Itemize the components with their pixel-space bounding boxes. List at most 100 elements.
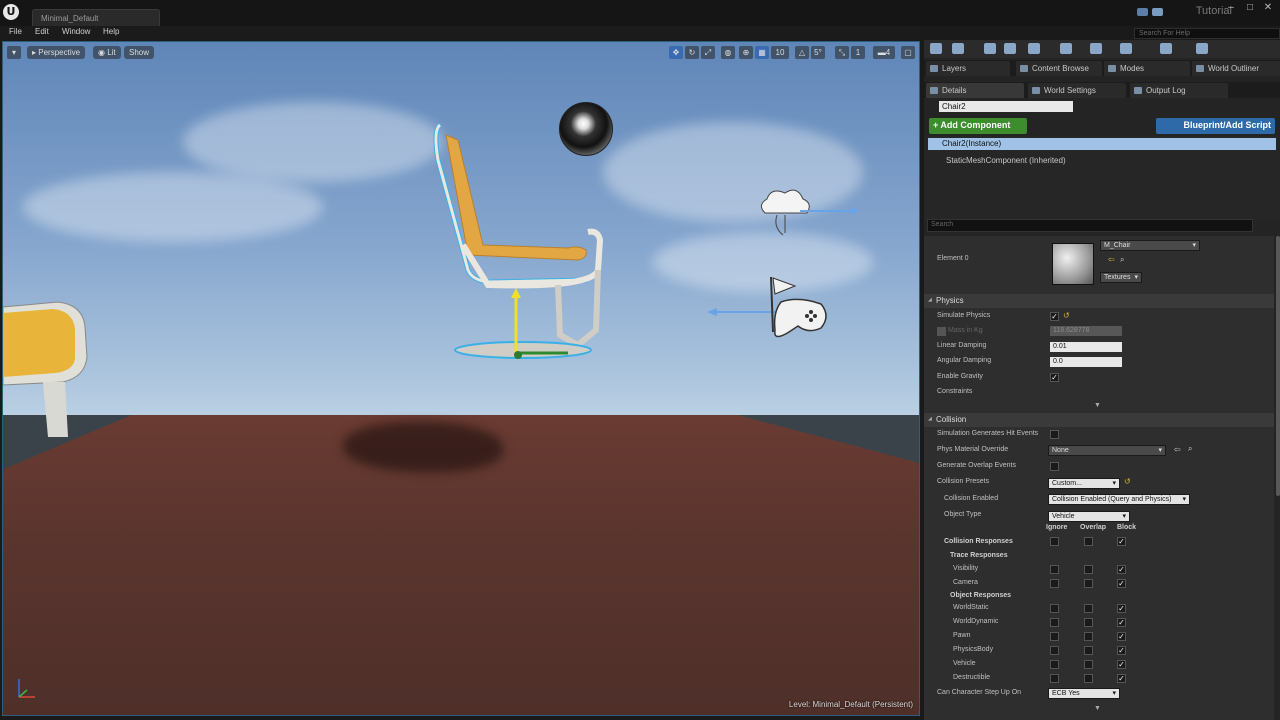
advanced-expand-icon[interactable]: ▼ xyxy=(1094,402,1101,409)
pawn-overlap-checkbox[interactable] xyxy=(1084,632,1093,641)
camera-block-checkbox[interactable]: ✓ xyxy=(1117,579,1126,588)
physics-body-overlap-checkbox[interactable] xyxy=(1084,646,1093,655)
source-control-icon[interactable] xyxy=(952,43,964,54)
menu-help[interactable]: Help xyxy=(103,27,119,36)
textures-dropdown[interactable]: Textures xyxy=(1100,272,1142,283)
world-static-ignore-checkbox[interactable] xyxy=(1050,604,1059,613)
details-search-input[interactable]: Search xyxy=(927,219,1253,232)
maximize-viewport-icon[interactable]: ▢ xyxy=(901,46,915,59)
material-dropdown[interactable]: M_Chair xyxy=(1100,240,1200,251)
rotate-icon[interactable]: ↻ xyxy=(685,46,699,59)
sim-hit-events-checkbox[interactable] xyxy=(1050,430,1059,439)
find-phys-material-icon[interactable]: ⌕ xyxy=(1188,444,1192,454)
responses-block-all-checkbox[interactable]: ✓ xyxy=(1117,537,1126,546)
tab-modes[interactable]: Modes xyxy=(1104,61,1190,76)
camera-speed-icon[interactable]: ▬4 xyxy=(873,46,895,59)
responses-ignore-all-checkbox[interactable] xyxy=(1050,537,1059,546)
world-dynamic-overlap-checkbox[interactable] xyxy=(1084,618,1093,627)
tab-world-settings[interactable]: World Settings xyxy=(1028,83,1126,98)
chair-left-mesh[interactable] xyxy=(3,297,93,447)
collision-advanced-expand-icon[interactable]: ▼ xyxy=(1094,705,1101,712)
reflection-capture-sphere[interactable] xyxy=(559,102,613,156)
component-item-instance[interactable]: Chair2(Instance) xyxy=(928,138,1276,150)
destructible-block-checkbox[interactable]: ✓ xyxy=(1117,674,1126,683)
level-viewport[interactable]: ▾ ▸ Perspective ◉ Lit Show ✥ ↻ ⤢ ◍ ⊕ ▦ 1… xyxy=(2,41,920,716)
reset-simulate-icon[interactable]: ↺ xyxy=(1063,311,1070,320)
content-icon[interactable] xyxy=(984,43,996,54)
responses-overlap-all-checkbox[interactable] xyxy=(1084,537,1093,546)
world-static-block-checkbox[interactable]: ✓ xyxy=(1117,604,1126,613)
notification-icon[interactable] xyxy=(1137,8,1148,16)
launch-icon[interactable] xyxy=(1196,43,1208,54)
collision-enabled-dropdown[interactable]: Collision Enabled (Query and Physics) xyxy=(1048,494,1190,505)
angular-damping-field[interactable]: 0.0 xyxy=(1050,357,1122,367)
tab-layers[interactable]: Layers xyxy=(926,61,1010,76)
tab-details[interactable]: Details xyxy=(926,83,1024,98)
physics-body-block-checkbox[interactable]: ✓ xyxy=(1117,646,1126,655)
viewport-options-icon[interactable]: ▾ xyxy=(7,46,21,59)
play-icon[interactable] xyxy=(1160,43,1172,54)
chair2-mesh[interactable] xyxy=(428,120,618,365)
linear-damping-field[interactable]: 0.01 xyxy=(1050,342,1122,352)
settings-icon[interactable] xyxy=(1028,43,1040,54)
grid-snap-icon[interactable]: ▦ xyxy=(755,46,769,59)
material-thumbnail[interactable] xyxy=(1052,243,1094,285)
scale-snap-icon[interactable]: ⤡ xyxy=(835,46,849,59)
collision-section-header[interactable]: Collision xyxy=(924,413,1274,427)
world-local-icon[interactable]: ◍ xyxy=(721,46,735,59)
world-dynamic-block-checkbox[interactable]: ✓ xyxy=(1117,618,1126,627)
visibility-ignore-checkbox[interactable] xyxy=(1050,565,1059,574)
translate-icon[interactable]: ✥ xyxy=(669,46,683,59)
physics-body-ignore-checkbox[interactable] xyxy=(1050,646,1059,655)
close-button[interactable]: ✕ xyxy=(1260,2,1276,14)
search-help-input[interactable]: Search For Help xyxy=(1134,28,1280,39)
use-selected-arrow-icon[interactable]: ⇦ xyxy=(1174,445,1181,454)
surface-snap-icon[interactable]: ⊕ xyxy=(739,46,753,59)
blueprints-icon[interactable] xyxy=(1060,43,1072,54)
menu-file[interactable]: File xyxy=(9,27,22,36)
constraints-label[interactable]: Constraints xyxy=(937,388,972,395)
destructible-ignore-checkbox[interactable] xyxy=(1050,674,1059,683)
perspective-button[interactable]: ▸ Perspective xyxy=(27,46,86,59)
build-icon[interactable] xyxy=(1120,43,1132,54)
matinee-icon[interactable] xyxy=(1090,43,1102,54)
player-start-icon[interactable] xyxy=(703,272,833,352)
vehicle-overlap-checkbox[interactable] xyxy=(1084,660,1093,669)
phys-material-dropdown[interactable]: None xyxy=(1048,445,1166,456)
step-up-dropdown[interactable]: ECB Yes xyxy=(1048,688,1120,699)
menu-window[interactable]: Window xyxy=(62,27,90,36)
rotation-snap-icon[interactable]: △ xyxy=(795,46,809,59)
blueprint-add-script-button[interactable]: Blueprint/Add Script xyxy=(1156,118,1275,134)
actor-name-field[interactable]: Chair2 xyxy=(939,101,1073,112)
camera-overlap-checkbox[interactable] xyxy=(1084,579,1093,588)
mass-field[interactable]: 118.628778 xyxy=(1050,326,1122,336)
menu-edit[interactable]: Edit xyxy=(35,27,49,36)
directional-light-icon[interactable] xyxy=(755,185,865,240)
object-type-dropdown[interactable]: Vehicle xyxy=(1048,511,1130,522)
lit-button[interactable]: ◉ Lit xyxy=(93,46,121,59)
scale-snap-value[interactable]: 1 xyxy=(851,46,865,59)
tab-world-outliner[interactable]: World Outliner xyxy=(1192,61,1280,76)
overlap-events-checkbox[interactable] xyxy=(1050,462,1059,471)
grid-snap-value[interactable]: 10 xyxy=(771,46,789,59)
visibility-overlap-checkbox[interactable] xyxy=(1084,565,1093,574)
mass-override-checkbox[interactable] xyxy=(937,327,946,336)
browse-back-icon[interactable]: ⇦ xyxy=(1108,255,1115,264)
physics-section-header[interactable]: Physics xyxy=(924,294,1274,308)
add-component-button[interactable]: + Add Component xyxy=(929,118,1027,134)
minimize-button[interactable]: – xyxy=(1223,2,1239,14)
pawn-ignore-checkbox[interactable] xyxy=(1050,632,1059,641)
tab-output-log[interactable]: Output Log xyxy=(1130,83,1228,98)
pawn-block-checkbox[interactable]: ✓ xyxy=(1117,632,1126,641)
scale-icon[interactable]: ⤢ xyxy=(701,46,715,59)
rotation-snap-value[interactable]: 5° xyxy=(811,46,825,59)
destructible-overlap-checkbox[interactable] xyxy=(1084,674,1093,683)
collision-presets-dropdown[interactable]: Custom... xyxy=(1048,478,1120,489)
simulate-physics-checkbox[interactable]: ✓ xyxy=(1050,312,1059,321)
find-material-icon[interactable]: ⌕ xyxy=(1120,255,1124,265)
world-static-overlap-checkbox[interactable] xyxy=(1084,604,1093,613)
maximize-button[interactable]: □ xyxy=(1242,2,1258,14)
vehicle-block-checkbox[interactable]: ✓ xyxy=(1117,660,1126,669)
show-button[interactable]: Show xyxy=(124,46,155,59)
save-icon[interactable] xyxy=(930,43,942,54)
